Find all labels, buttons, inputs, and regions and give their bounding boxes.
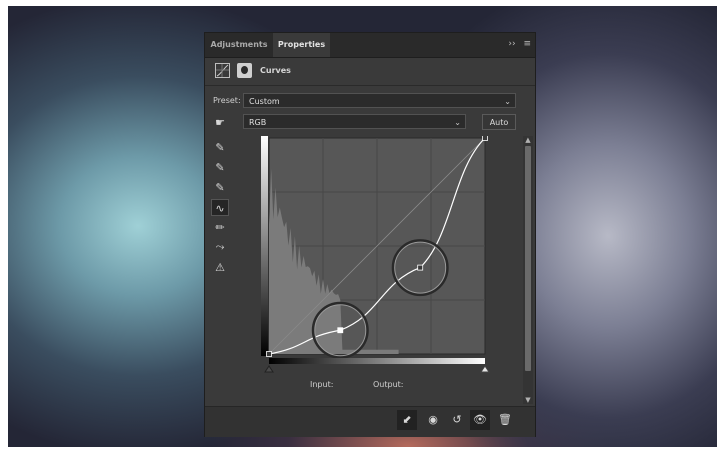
tab-properties[interactable]: Properties [273, 33, 330, 57]
channel-value: RGB [249, 118, 267, 127]
panel-title: Curves [260, 66, 291, 75]
panel-bottom-bar: ⬋ ◉ ↺ 👁 🗑 [205, 406, 535, 437]
scroll-thumb[interactable] [525, 146, 531, 371]
layer-mask-icon[interactable] [237, 63, 252, 78]
gray-point-eyedropper-icon[interactable]: ✎ [211, 159, 229, 176]
scroll-up-icon[interactable]: ▲ [523, 136, 533, 144]
chevron-down-icon: ⌄ [454, 118, 461, 127]
pencil-icon[interactable]: ✏ [211, 219, 229, 236]
input-label: Input: [310, 380, 334, 389]
curve-point[interactable] [337, 327, 344, 334]
curve-points-icon[interactable]: ∿ [211, 199, 229, 216]
scroll-down-icon[interactable]: ▼ [523, 396, 533, 404]
curve-point[interactable] [482, 136, 488, 141]
on-image-adjustment-icon[interactable]: ☛ [211, 114, 229, 131]
output-gradient-bar [261, 136, 268, 356]
preset-select[interactable]: Custom ⌄ [243, 93, 516, 108]
curves-adjustment-icon[interactable] [215, 63, 230, 78]
scrollbar[interactable]: ▲ ▼ [523, 136, 533, 404]
tab-adjustments[interactable]: Adjustments [207, 33, 271, 57]
curve-point[interactable] [417, 264, 424, 271]
white-input-slider[interactable] [480, 365, 490, 373]
visibility-eye-icon[interactable]: 👁 [470, 410, 490, 430]
clip-to-layer-icon[interactable]: ⬋ [397, 410, 417, 430]
chevron-down-icon: ⌄ [504, 97, 511, 106]
smooth-icon[interactable]: ⤳ [211, 238, 229, 255]
trash-icon[interactable]: 🗑 [495, 410, 515, 430]
panel-tab-bar: Adjustments Properties ›› ≡ [205, 33, 535, 58]
black-point-eyedropper-icon[interactable]: ✎ [211, 139, 229, 156]
view-previous-icon[interactable]: ◉ [423, 410, 443, 430]
properties-header: Curves [205, 58, 535, 86]
properties-panel: Adjustments Properties ›› ≡ Curves Prese… [204, 32, 536, 437]
background-canvas: Adjustments Properties ›› ≡ Curves Prese… [8, 6, 717, 447]
panel-menu-icon[interactable]: ≡ [523, 39, 531, 49]
panel-controls: ›› ≡ [503, 39, 531, 49]
curve-point[interactable] [266, 351, 272, 357]
collapse-icon[interactable]: ›› [508, 39, 515, 49]
preset-value: Custom [249, 97, 280, 106]
channel-select[interactable]: RGB ⌄ [243, 114, 466, 129]
curves-graph[interactable] [261, 136, 493, 378]
input-gradient-bar [269, 358, 485, 364]
white-point-eyedropper-icon[interactable]: ✎ [211, 179, 229, 196]
auto-button[interactable]: Auto [482, 114, 516, 130]
black-input-slider[interactable] [264, 365, 274, 373]
preset-label: Preset: [213, 96, 241, 105]
output-label: Output: [373, 380, 404, 389]
reset-icon[interactable]: ↺ [447, 410, 467, 430]
clipping-warning-icon[interactable]: ⚠ [211, 259, 229, 276]
